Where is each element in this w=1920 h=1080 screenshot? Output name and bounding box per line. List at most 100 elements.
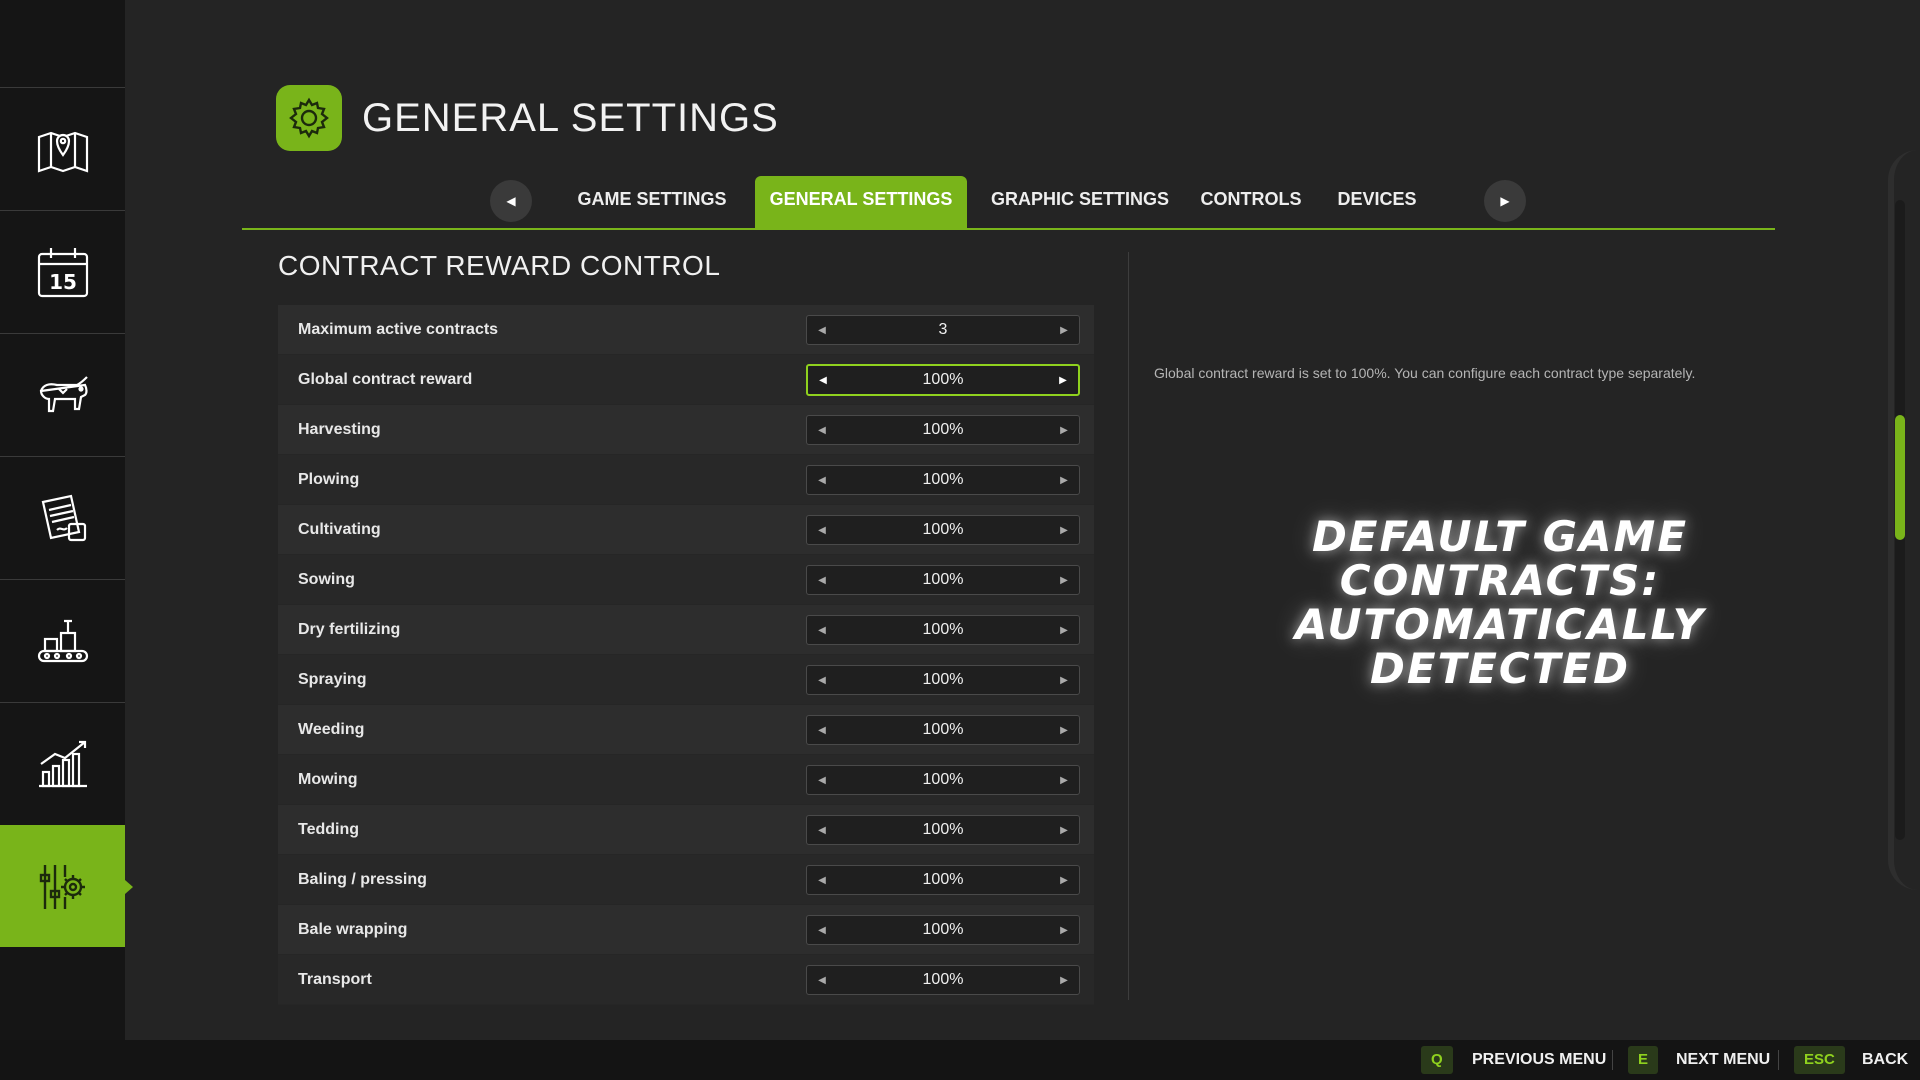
arrow-left-icon: ◀ bbox=[818, 824, 826, 836]
setting-row[interactable]: Harvesting ◀ 100% ▶ bbox=[278, 405, 1094, 455]
arrow-right-icon: ▶ bbox=[1060, 874, 1068, 886]
increase-button[interactable]: ▶ bbox=[1049, 966, 1079, 994]
setting-stepper[interactable]: ◀ 100% ▶ bbox=[806, 765, 1080, 795]
decrease-button[interactable]: ◀ bbox=[807, 866, 837, 894]
chevron-left-icon: ◀ bbox=[506, 194, 516, 208]
sidebar-item-animals[interactable] bbox=[0, 333, 125, 455]
decrease-button[interactable]: ◀ bbox=[807, 466, 837, 494]
decrease-button[interactable]: ◀ bbox=[807, 916, 837, 944]
decrease-button[interactable]: ◀ bbox=[807, 766, 837, 794]
increase-button[interactable]: ▶ bbox=[1049, 466, 1079, 494]
increase-button[interactable]: ▶ bbox=[1049, 866, 1079, 894]
arrow-left-icon: ◀ bbox=[818, 924, 826, 936]
decrease-button[interactable]: ◀ bbox=[807, 716, 837, 744]
setting-label: Baling / pressing bbox=[298, 871, 427, 888]
setting-stepper[interactable]: ◀ 100% ▶ bbox=[806, 364, 1080, 396]
setting-row[interactable]: Tedding ◀ 100% ▶ bbox=[278, 805, 1094, 855]
setting-stepper[interactable]: ◀ 100% ▶ bbox=[806, 865, 1080, 895]
decrease-button[interactable]: ◀ bbox=[807, 816, 837, 844]
setting-label: Maximum active contracts bbox=[298, 321, 499, 338]
setting-stepper[interactable]: ◀ 100% ▶ bbox=[806, 415, 1080, 445]
sidebar-item-production[interactable] bbox=[0, 579, 125, 701]
help-text: Global contract reward is set to 100%. Y… bbox=[1154, 365, 1696, 381]
setting-value: 100% bbox=[922, 521, 964, 538]
sidebar-item-statistics[interactable] bbox=[0, 702, 125, 824]
sidebar-item-contracts[interactable] bbox=[0, 456, 125, 578]
setting-stepper[interactable]: ◀ 100% ▶ bbox=[806, 815, 1080, 845]
decrease-button[interactable]: ◀ bbox=[807, 616, 837, 644]
setting-row[interactable]: Mowing ◀ 100% ▶ bbox=[278, 755, 1094, 805]
increase-button[interactable]: ▶ bbox=[1048, 366, 1078, 394]
setting-stepper[interactable]: ◀ 100% ▶ bbox=[806, 615, 1080, 645]
setting-stepper[interactable]: ◀ 100% ▶ bbox=[806, 965, 1080, 995]
arrow-left-icon: ◀ bbox=[818, 424, 826, 436]
increase-button[interactable]: ▶ bbox=[1049, 816, 1079, 844]
sidebar-item-settings[interactable] bbox=[0, 825, 133, 947]
increase-button[interactable]: ▶ bbox=[1049, 916, 1079, 944]
setting-label: Cultivating bbox=[298, 521, 381, 538]
setting-label: Plowing bbox=[298, 471, 360, 488]
decrease-button[interactable]: ◀ bbox=[807, 966, 837, 994]
decrease-button[interactable]: ◀ bbox=[807, 416, 837, 444]
back-button[interactable]: BACK bbox=[1862, 1046, 1908, 1074]
sidebar: 15 bbox=[0, 0, 133, 1040]
setting-row[interactable]: Bale wrapping ◀ 100% ▶ bbox=[278, 905, 1094, 955]
setting-value: 100% bbox=[922, 371, 964, 388]
setting-row[interactable]: Cultivating ◀ 100% ▶ bbox=[278, 505, 1094, 555]
decrease-button[interactable]: ◀ bbox=[807, 666, 837, 694]
decrease-button[interactable]: ◀ bbox=[807, 516, 837, 544]
increase-button[interactable]: ▶ bbox=[1049, 716, 1079, 744]
increase-button[interactable]: ▶ bbox=[1049, 516, 1079, 544]
setting-value: 100% bbox=[922, 871, 964, 888]
previous-menu-button[interactable]: PREVIOUS MENU bbox=[1472, 1046, 1606, 1074]
increase-button[interactable]: ▶ bbox=[1049, 316, 1079, 344]
increase-button[interactable]: ▶ bbox=[1049, 766, 1079, 794]
tab-general-settings[interactable]: GENERAL SETTINGS bbox=[755, 176, 967, 228]
calendar-icon: 15 bbox=[37, 247, 88, 297]
setting-row[interactable]: Weeding ◀ 100% ▶ bbox=[278, 705, 1094, 755]
setting-stepper[interactable]: ◀ 100% ▶ bbox=[806, 515, 1080, 545]
tab-prev-button[interactable]: ◀ bbox=[490, 180, 532, 222]
arrow-right-icon: ▶ bbox=[1060, 674, 1068, 686]
setting-value: 100% bbox=[922, 571, 964, 588]
setting-row[interactable]: Dry fertilizing ◀ 100% ▶ bbox=[278, 605, 1094, 655]
setting-stepper[interactable]: ◀ 100% ▶ bbox=[806, 665, 1080, 695]
setting-row[interactable]: Spraying ◀ 100% ▶ bbox=[278, 655, 1094, 705]
increase-button[interactable]: ▶ bbox=[1049, 416, 1079, 444]
arrow-left-icon: ◀ bbox=[819, 374, 827, 386]
tab-graphic-settings[interactable]: GRAPHIC SETTINGS bbox=[988, 176, 1172, 228]
setting-stepper[interactable]: ◀ 3 ▶ bbox=[806, 315, 1080, 345]
setting-row[interactable]: Transport ◀ 100% ▶ bbox=[278, 955, 1094, 1005]
tab-next-button[interactable]: ▶ bbox=[1484, 180, 1526, 222]
tab-controls[interactable]: CONTROLS bbox=[1197, 176, 1305, 228]
tab-game-settings[interactable]: GAME SETTINGS bbox=[572, 176, 732, 228]
setting-row[interactable]: Plowing ◀ 100% ▶ bbox=[278, 455, 1094, 505]
setting-row[interactable]: Baling / pressing ◀ 100% ▶ bbox=[278, 855, 1094, 905]
setting-row[interactable]: Global contract reward ◀ 100% ▶ bbox=[278, 355, 1094, 405]
scrollbar-thumb[interactable] bbox=[1895, 415, 1905, 540]
sidebar-item-calendar[interactable]: 15 bbox=[0, 210, 125, 332]
tab-bar: ◀ GAME SETTINGS GENERAL SETTINGS GRAPHIC… bbox=[242, 176, 1775, 230]
next-menu-button[interactable]: NEXT MENU bbox=[1676, 1046, 1770, 1074]
increase-button[interactable]: ▶ bbox=[1049, 666, 1079, 694]
setting-stepper[interactable]: ◀ 100% ▶ bbox=[806, 915, 1080, 945]
setting-stepper[interactable]: ◀ 100% ▶ bbox=[806, 565, 1080, 595]
tab-devices[interactable]: DEVICES bbox=[1332, 176, 1422, 228]
setting-label: Harvesting bbox=[298, 421, 381, 438]
decrease-button[interactable]: ◀ bbox=[808, 366, 838, 394]
scrollbar-track[interactable] bbox=[1895, 200, 1905, 840]
increase-button[interactable]: ▶ bbox=[1049, 566, 1079, 594]
sidebar-item-map[interactable] bbox=[0, 87, 125, 209]
setting-label: Dry fertilizing bbox=[298, 621, 401, 638]
setting-stepper[interactable]: ◀ 100% ▶ bbox=[806, 465, 1080, 495]
decrease-button[interactable]: ◀ bbox=[807, 316, 837, 344]
arrow-left-icon: ◀ bbox=[818, 524, 826, 536]
setting-row[interactable]: Maximum active contracts ◀ 3 ▶ bbox=[278, 305, 1094, 355]
setting-stepper[interactable]: ◀ 100% ▶ bbox=[806, 715, 1080, 745]
arrow-right-icon: ▶ bbox=[1060, 924, 1068, 936]
increase-button[interactable]: ▶ bbox=[1049, 616, 1079, 644]
decrease-button[interactable]: ◀ bbox=[807, 566, 837, 594]
overlay-line-1: DEFAULT GAME bbox=[1311, 512, 1689, 561]
setting-row[interactable]: Sowing ◀ 100% ▶ bbox=[278, 555, 1094, 605]
gear-icon bbox=[289, 97, 329, 139]
